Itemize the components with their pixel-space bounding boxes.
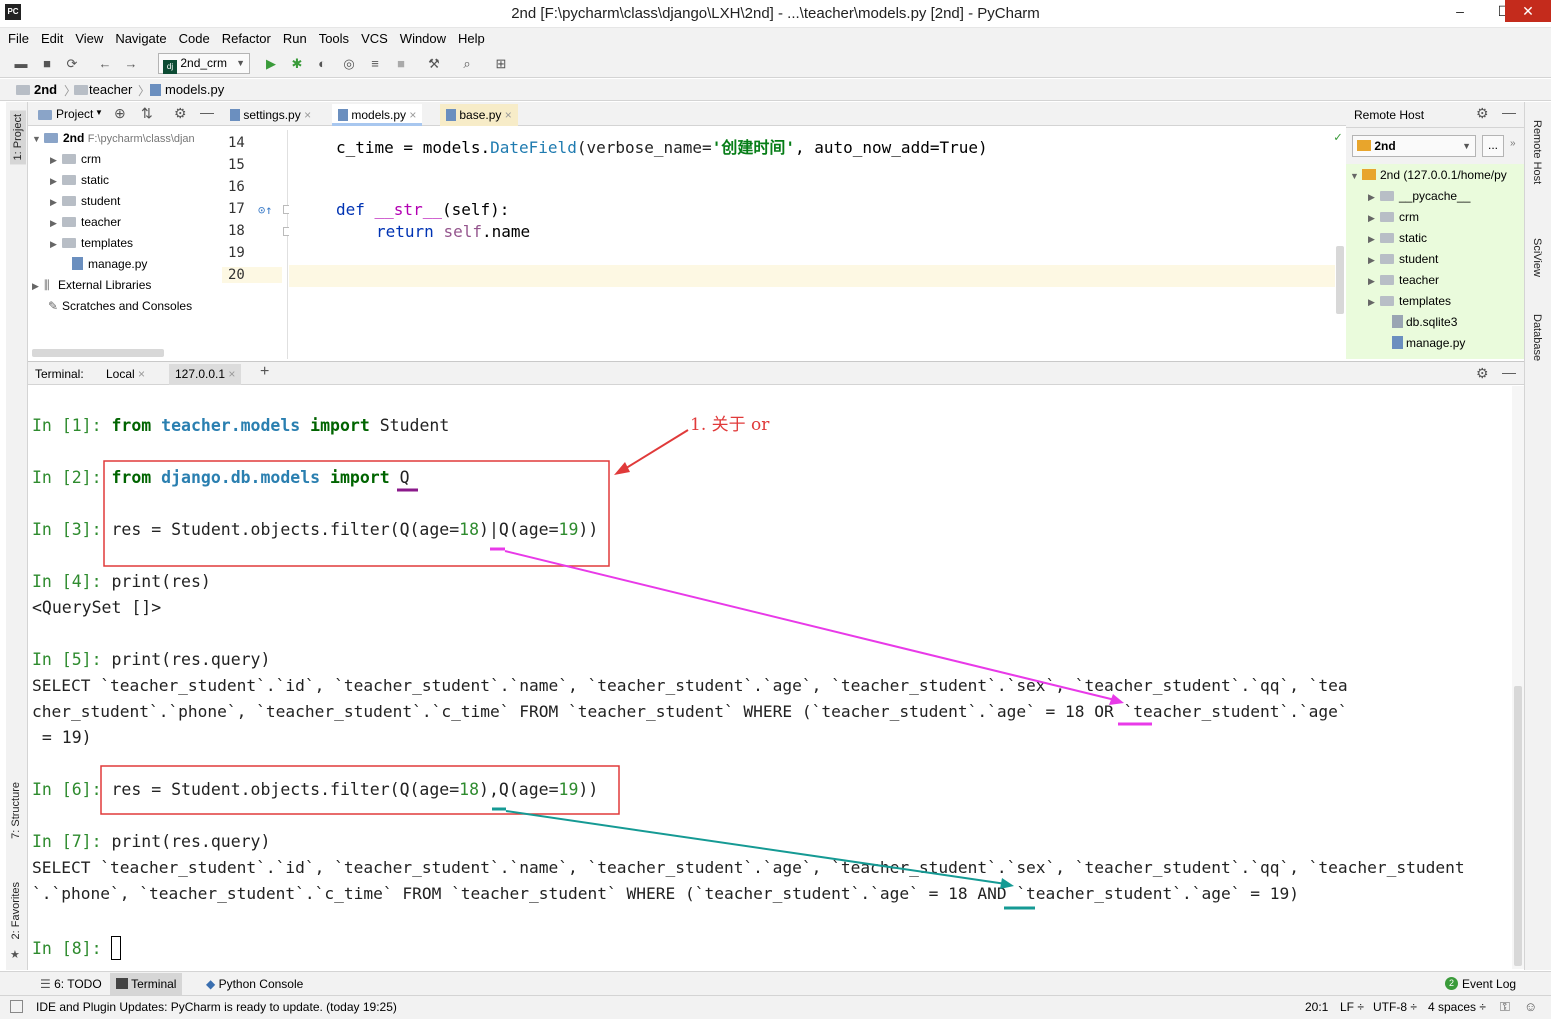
terminal-tab[interactable]: Terminal — [110, 973, 183, 995]
annotation-arrow-head — [1109, 694, 1124, 705]
annotation-arrow-magenta — [504, 550, 1116, 701]
annotation-arrow-head — [614, 462, 630, 475]
file-encoding[interactable]: UTF-8 ÷ — [1373, 1000, 1417, 1014]
status-bar: IDE and Plugin Updates: PyCharm is ready… — [0, 995, 1551, 1019]
annotation-box-or — [103, 460, 610, 567]
event-log-tab[interactable]: Event Log — [1462, 977, 1516, 991]
annotation-overlay: 1. 关于 or — [100, 415, 1152, 910]
annotation-box-and — [100, 765, 620, 815]
caret-position[interactable]: 20:1 — [1305, 1000, 1328, 1014]
python-console-tab[interactable]: ◆ Python Console — [206, 977, 303, 991]
list-icon: ☰ — [40, 977, 51, 991]
bottom-tool-bar: ☰ 6: TODO Terminal ◆ Python Console 2 Ev… — [0, 971, 1551, 995]
event-log-badge: 2 — [1445, 977, 1458, 990]
todo-tab[interactable]: ☰ 6: TODO — [40, 977, 102, 991]
inspector-icon[interactable]: ☺ — [1524, 999, 1537, 1014]
tab-label: 6: TODO — [54, 977, 102, 991]
annotation-text: 1. 关于 or — [690, 415, 770, 435]
annotation-arrow-red — [622, 429, 689, 471]
annotation-arrow-head — [1000, 878, 1014, 889]
lock-icon[interactable]: ⚿ — [1500, 999, 1510, 1015]
status-message[interactable]: IDE and Plugin Updates: PyCharm is ready… — [36, 1000, 397, 1014]
terminal-icon — [116, 978, 128, 989]
indent-setting[interactable]: 4 spaces ÷ — [1428, 1000, 1486, 1014]
tab-label: Python Console — [218, 977, 304, 991]
line-separator[interactable]: LF ÷ — [1340, 1000, 1364, 1014]
python-icon: ◆ — [206, 977, 216, 991]
tab-label: Terminal — [131, 977, 177, 991]
toggle-tool-windows-icon[interactable] — [10, 1000, 23, 1013]
annotation-arrow-teal — [505, 810, 1007, 885]
